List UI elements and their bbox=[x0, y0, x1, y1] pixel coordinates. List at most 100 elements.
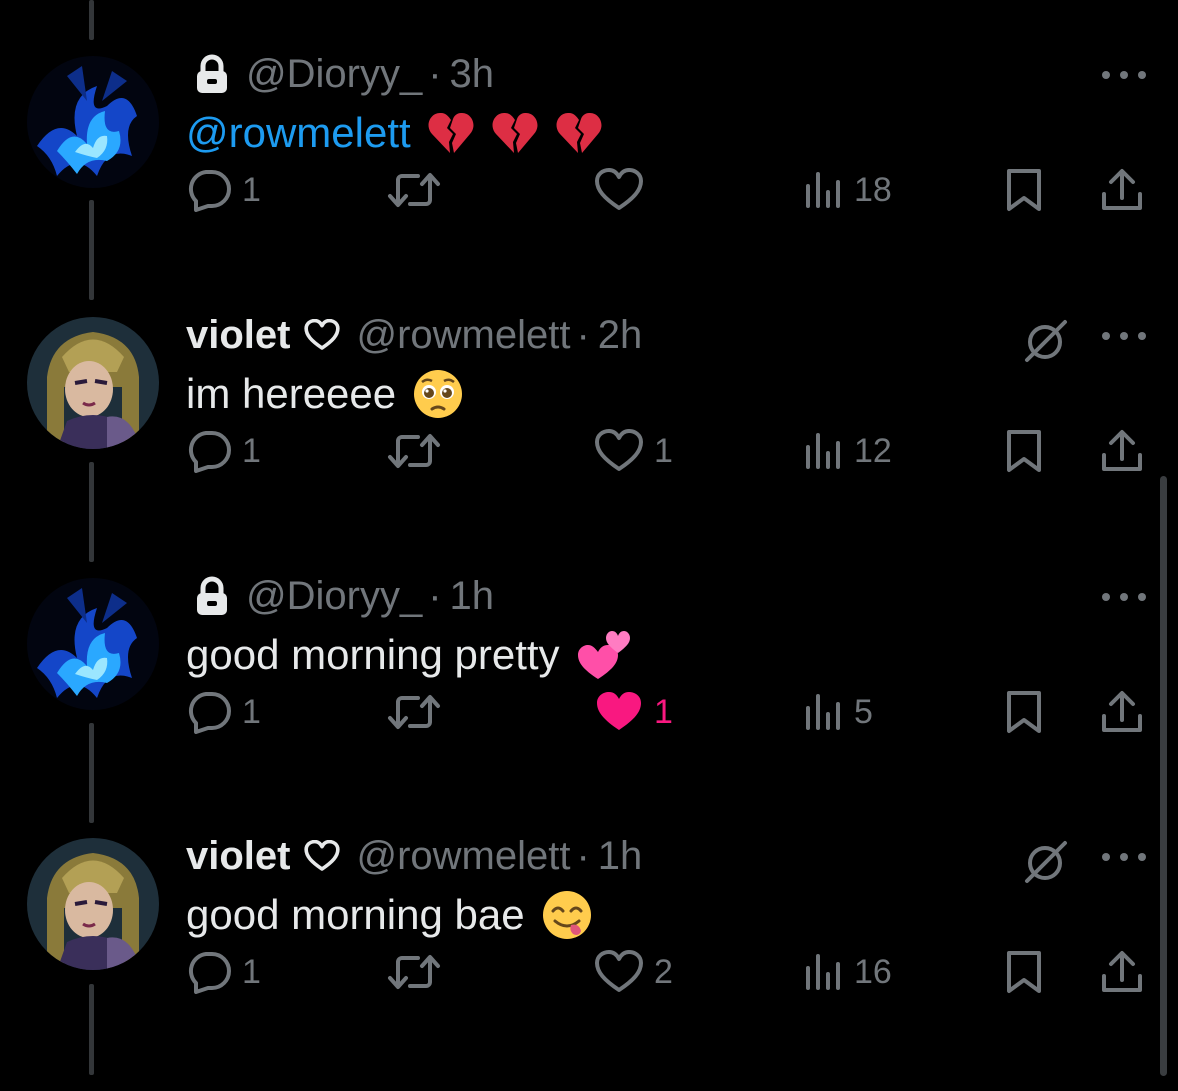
like-button[interactable]: 2 bbox=[594, 946, 673, 998]
reply-icon bbox=[188, 952, 231, 994]
timestamp[interactable]: 1h bbox=[598, 830, 643, 882]
views-button[interactable]: 18 bbox=[804, 164, 892, 216]
anime-girl-avatar-icon bbox=[27, 838, 159, 970]
reply-count: 1 bbox=[242, 692, 261, 731]
reply-count: 1 bbox=[242, 431, 261, 470]
tweet-actions: 1 1 5 bbox=[186, 686, 1146, 738]
heart-outline-icon bbox=[304, 840, 341, 872]
author-handle[interactable]: @Dioryy_ bbox=[246, 570, 422, 622]
tweet-body: im hereeee bbox=[186, 370, 397, 417]
retweet-button[interactable] bbox=[386, 164, 452, 216]
timestamp[interactable]: 1h bbox=[450, 570, 495, 622]
like-button-active[interactable]: 1 bbox=[594, 686, 673, 738]
tweet[interactable]: @Dioryy_ · 1h good morning pretty 1 1 5 bbox=[0, 570, 1178, 831]
reply-button[interactable]: 1 bbox=[186, 686, 261, 738]
views-button[interactable]: 12 bbox=[804, 425, 892, 477]
anime-girl-avatar-icon bbox=[27, 317, 159, 449]
reply-count: 1 bbox=[242, 170, 261, 209]
bookmark-icon bbox=[1007, 169, 1041, 211]
more-options-icon[interactable] bbox=[1102, 842, 1146, 872]
analytics-icon bbox=[806, 694, 840, 730]
bookmark-icon bbox=[1007, 430, 1041, 472]
tweet-body: good morning bae bbox=[186, 891, 525, 938]
timestamp[interactable]: 3h bbox=[450, 48, 495, 100]
retweet-icon bbox=[388, 434, 440, 468]
tweet-text: good morning bae bbox=[186, 888, 593, 942]
share-button[interactable] bbox=[1100, 946, 1144, 998]
views-button[interactable]: 5 bbox=[804, 686, 873, 738]
tweet-text: im hereeee bbox=[186, 367, 464, 421]
retweet-button[interactable] bbox=[386, 686, 452, 738]
reply-button[interactable]: 1 bbox=[186, 946, 261, 998]
reply-button[interactable]: 1 bbox=[186, 164, 261, 216]
mention-link[interactable]: @rowmelett bbox=[186, 106, 411, 160]
tweet-header: violet @rowmelett · 1h bbox=[186, 830, 642, 882]
bookmark-button[interactable] bbox=[1004, 164, 1044, 216]
avatar[interactable] bbox=[27, 578, 159, 710]
share-button[interactable] bbox=[1100, 164, 1144, 216]
yum-face-icon bbox=[541, 889, 593, 941]
broken-heart-icon bbox=[491, 109, 539, 157]
avatar[interactable] bbox=[27, 317, 159, 449]
heart-outline-icon bbox=[595, 429, 643, 471]
tweet[interactable]: violet @rowmelett · 2h im hereeee 1 1 12 bbox=[0, 309, 1178, 570]
heart-outline-icon bbox=[595, 168, 643, 210]
views-count: 12 bbox=[854, 431, 892, 470]
reply-icon bbox=[188, 692, 231, 734]
bookmark-button[interactable] bbox=[1004, 686, 1044, 738]
two-hearts-icon bbox=[576, 627, 632, 683]
author-name[interactable]: violet bbox=[186, 830, 290, 882]
separator: · bbox=[428, 52, 442, 96]
bookmark-button[interactable] bbox=[1004, 425, 1044, 477]
retweet-button[interactable] bbox=[386, 946, 452, 998]
tweet-actions: 1 1 12 bbox=[186, 425, 1146, 477]
bookmark-icon bbox=[1007, 691, 1041, 733]
tweet-header: violet @rowmelett · 2h bbox=[186, 309, 642, 361]
share-button[interactable] bbox=[1100, 425, 1144, 477]
separator: · bbox=[428, 574, 442, 618]
retweet-button[interactable] bbox=[386, 425, 452, 477]
tweet-text: @rowmelett bbox=[186, 106, 603, 160]
tweet-header: @Dioryy_ · 1h bbox=[186, 570, 494, 622]
share-icon bbox=[1102, 430, 1142, 471]
tweet[interactable]: @Dioryy_ · 3h @rowmelett 1 18 bbox=[0, 48, 1178, 309]
author-name[interactable]: violet bbox=[186, 309, 290, 361]
like-count: 2 bbox=[654, 952, 673, 991]
share-icon bbox=[1102, 691, 1142, 732]
blue-flame-avatar-icon bbox=[27, 56, 159, 188]
more-options-icon[interactable] bbox=[1102, 321, 1146, 351]
tweet-actions: 1 2 16 bbox=[186, 946, 1146, 998]
like-button[interactable]: 1 bbox=[594, 425, 673, 477]
heart-filled-icon bbox=[597, 692, 641, 730]
reply-icon bbox=[188, 170, 231, 212]
views-button[interactable]: 16 bbox=[804, 946, 892, 998]
share-icon bbox=[1102, 169, 1142, 210]
more-options-icon[interactable] bbox=[1102, 582, 1146, 612]
reply-button[interactable]: 1 bbox=[186, 425, 261, 477]
tweet-header: @Dioryy_ · 3h bbox=[186, 48, 494, 100]
bookmark-icon bbox=[1007, 951, 1041, 993]
share-button[interactable] bbox=[1100, 686, 1144, 738]
author-handle[interactable]: @Dioryy_ bbox=[246, 48, 422, 100]
avatar[interactable] bbox=[27, 838, 159, 970]
author-handle[interactable]: @rowmelett bbox=[356, 309, 570, 361]
broken-heart-icon bbox=[427, 109, 475, 157]
analytics-icon bbox=[806, 954, 840, 990]
like-button[interactable] bbox=[594, 164, 654, 216]
tweet[interactable]: violet @rowmelett · 1h good morning bae … bbox=[0, 830, 1178, 1091]
author-handle[interactable]: @rowmelett bbox=[356, 830, 570, 882]
grok-icon[interactable] bbox=[1022, 838, 1070, 886]
blue-flame-avatar-icon bbox=[27, 578, 159, 710]
thread-line-top bbox=[89, 0, 94, 40]
analytics-icon bbox=[806, 172, 840, 208]
tweet-body: good morning pretty bbox=[186, 631, 560, 678]
grok-icon[interactable] bbox=[1022, 317, 1070, 365]
avatar[interactable] bbox=[27, 56, 159, 188]
analytics-icon bbox=[806, 433, 840, 469]
bookmark-button[interactable] bbox=[1004, 946, 1044, 998]
scrollbar[interactable] bbox=[1160, 476, 1167, 1076]
lock-icon bbox=[194, 576, 230, 616]
timestamp[interactable]: 2h bbox=[598, 309, 643, 361]
share-icon bbox=[1102, 951, 1142, 992]
more-options-icon[interactable] bbox=[1102, 60, 1146, 90]
